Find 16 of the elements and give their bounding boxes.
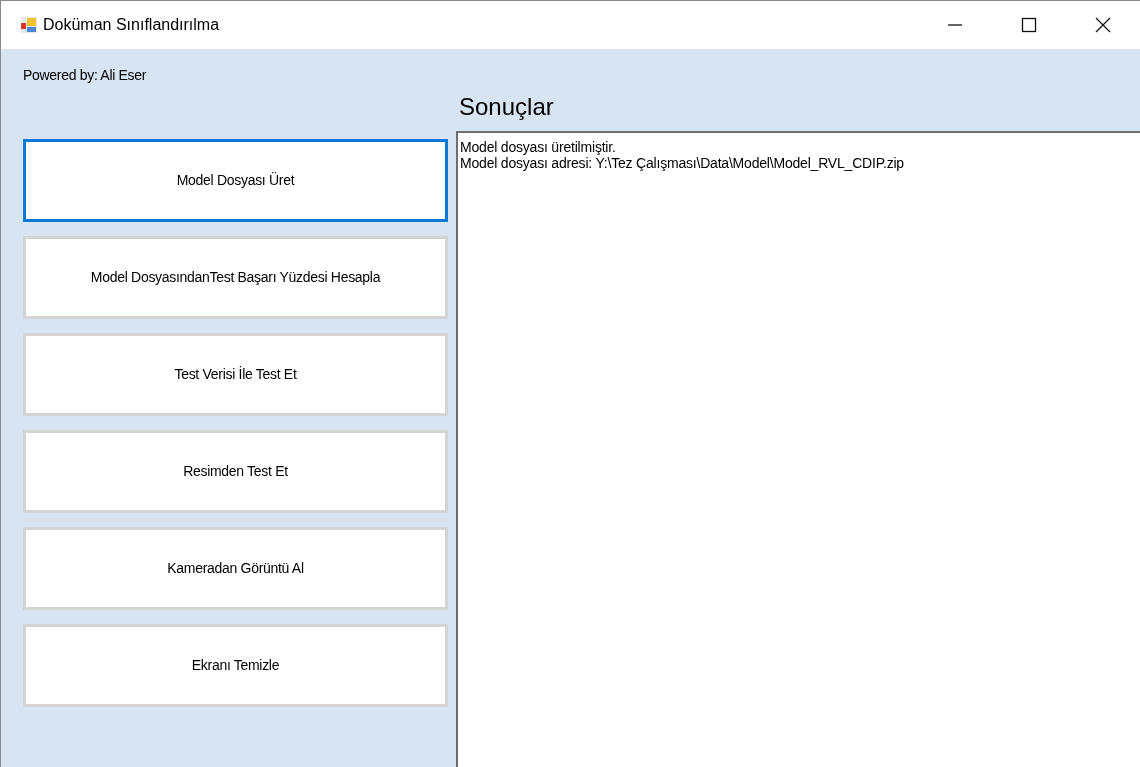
minimize-icon (947, 24, 963, 26)
action-button[interactable]: Ekranı Temizle (23, 624, 448, 707)
results-heading: Sonuçlar (459, 93, 555, 121)
app-icon (21, 17, 37, 33)
action-button[interactable]: Kameradan Görüntü Al (23, 527, 448, 610)
action-button[interactable]: Resimden Test Et (23, 430, 448, 513)
maximize-icon (1021, 17, 1037, 33)
result-line: Model dosyası üretilmiştir. (460, 139, 617, 155)
results-textbox[interactable]: Model dosyası üretilmiştir. Model dosyası adresi: Y:\Tez Çalışması\Data\Model\Model_RVL_CDIP.zip (456, 131, 1140, 767)
action-button[interactable]: Model Dosyası Üret (23, 139, 448, 222)
credit-label: Powered by: Ali Eser (23, 66, 148, 85)
window-title: Doküman Sınıflandırılma (43, 15, 220, 35)
result-line: Model dosyası adresi: Y:\Tez Çalışması\Data\Model\Model_RVL_CDIP.zip (460, 155, 905, 171)
close-icon (1095, 17, 1111, 33)
action-button[interactable]: Model DosyasındanTest Başarı Yüzdesi Hesapla (23, 236, 448, 319)
action-button[interactable]: Test Verisi İle Test Et (23, 333, 448, 416)
